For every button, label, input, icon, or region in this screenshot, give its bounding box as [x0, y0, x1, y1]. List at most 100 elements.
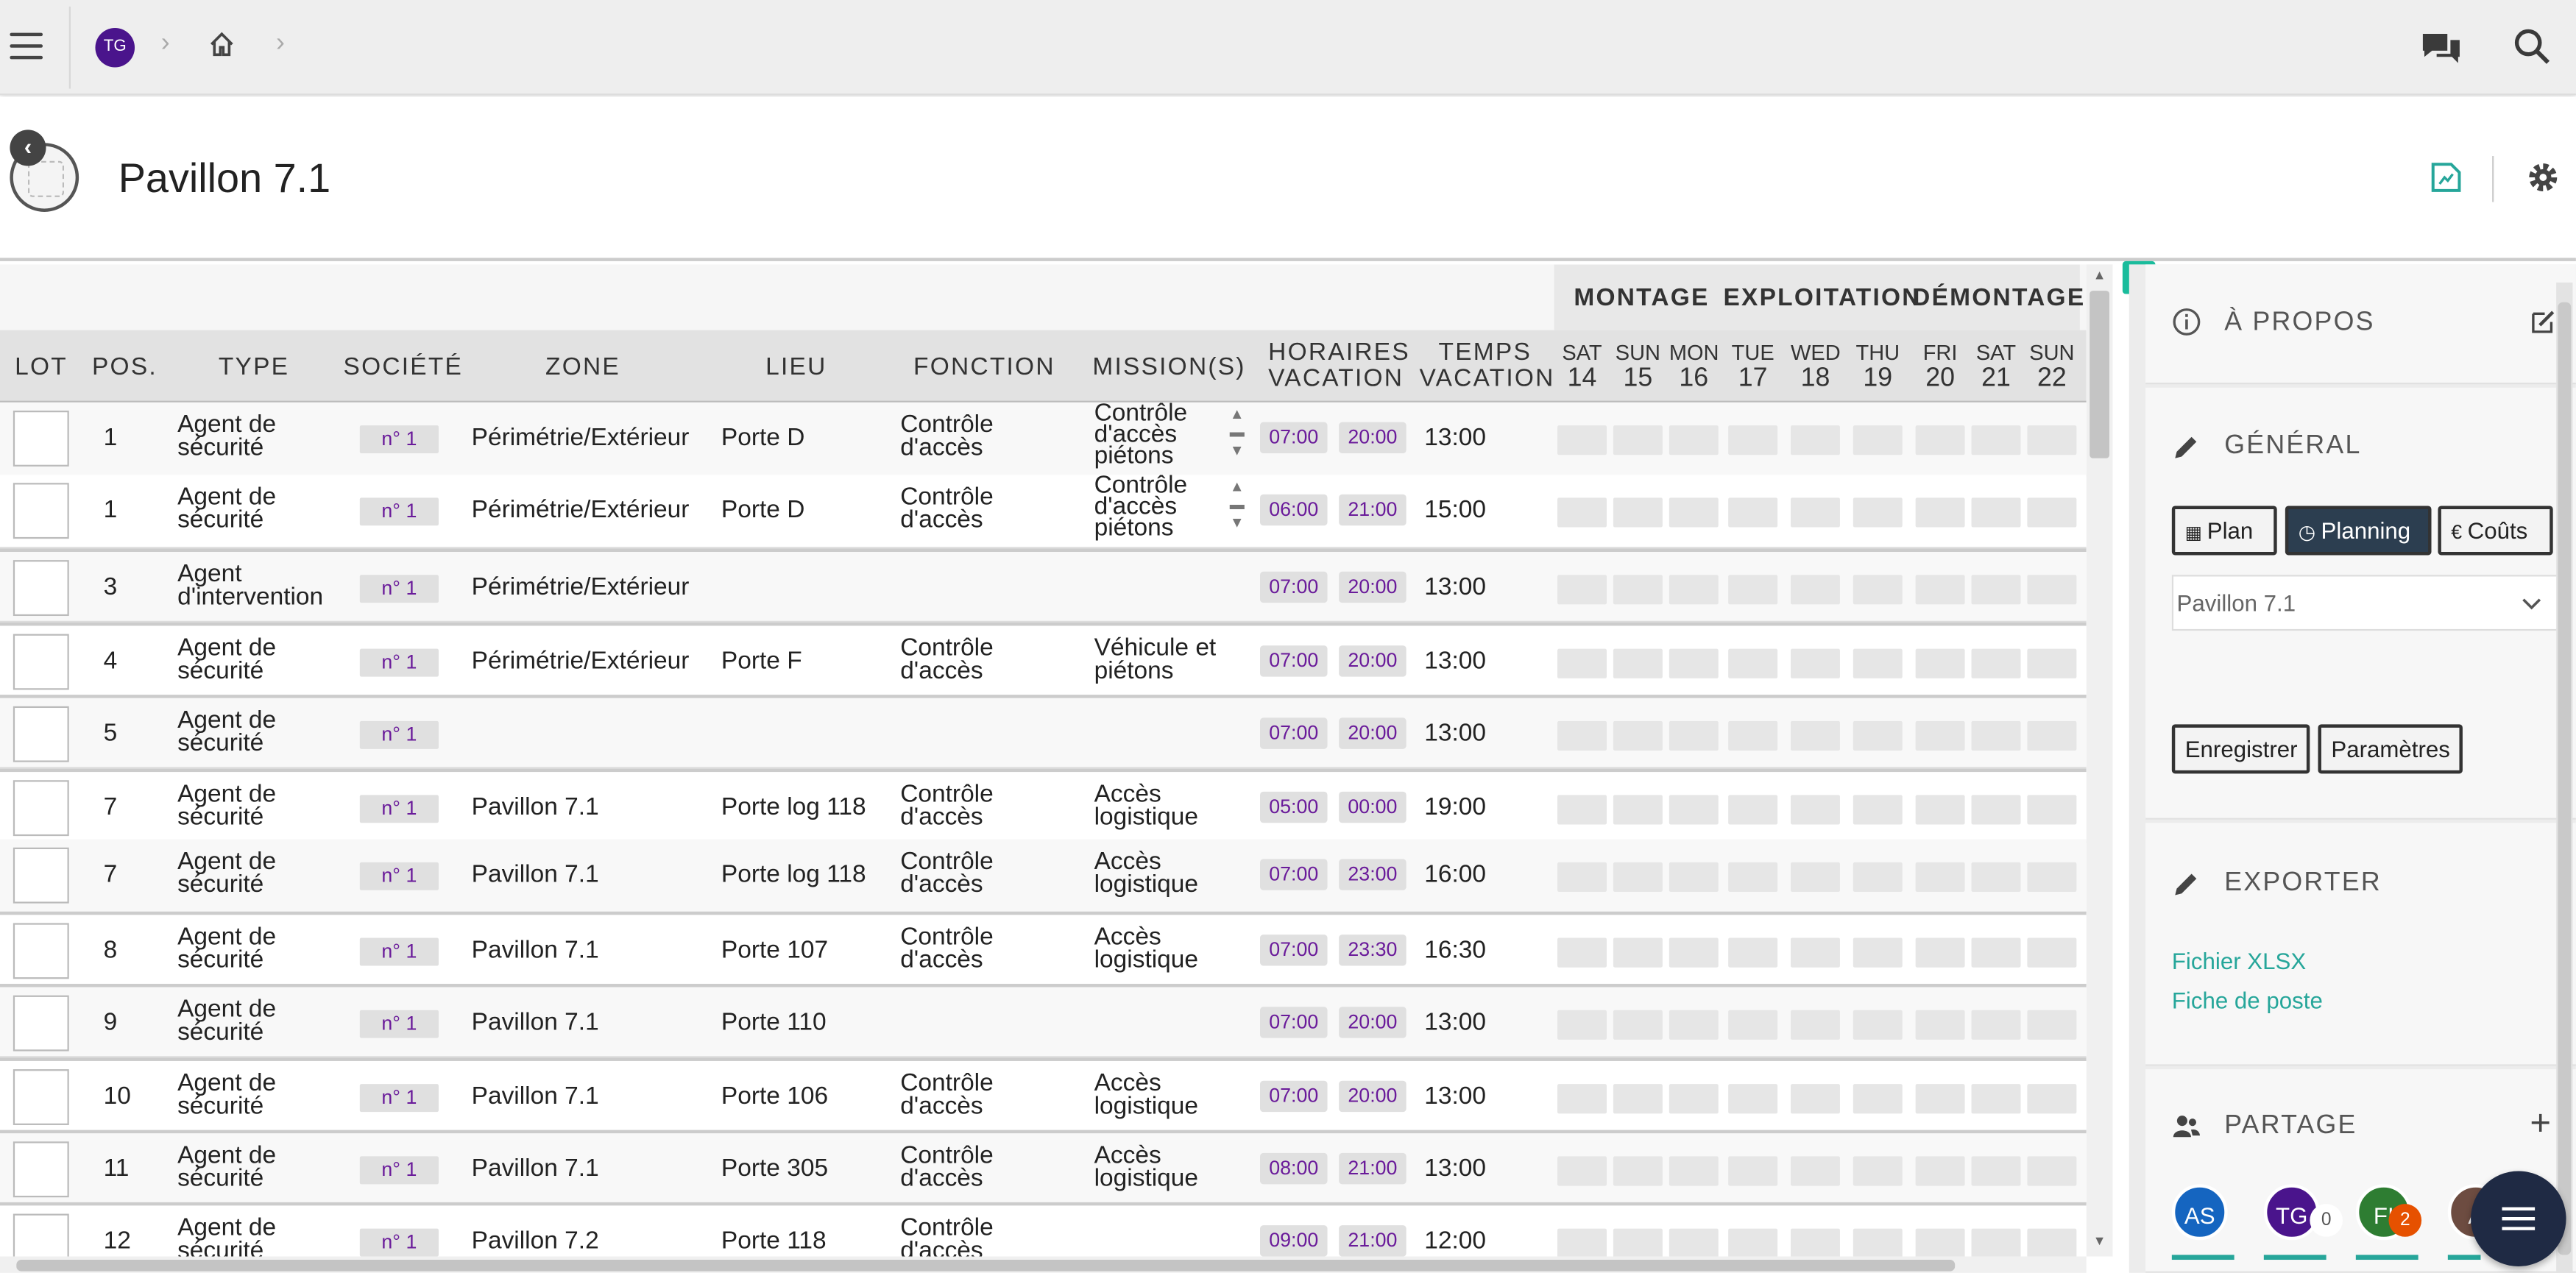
day-cell[interactable] — [1915, 648, 1965, 678]
day-cell[interactable] — [1790, 795, 1840, 825]
day-cell[interactable] — [1613, 937, 1663, 968]
floating-menu-button[interactable] — [2471, 1171, 2566, 1266]
day-cell[interactable] — [1557, 575, 1607, 605]
start-time[interactable]: 06:00 — [1260, 494, 1328, 526]
day-cell[interactable] — [1728, 795, 1778, 825]
day-cell[interactable] — [1790, 575, 1840, 605]
day-cell[interactable] — [1669, 795, 1719, 825]
day-cell[interactable] — [1853, 720, 1903, 751]
day-cell[interactable] — [1613, 497, 1663, 528]
end-time[interactable]: 20:00 — [1339, 717, 1406, 749]
day-cell[interactable] — [1915, 575, 1965, 605]
societe-tag[interactable]: n° 1 — [359, 795, 439, 823]
day-cell[interactable] — [1728, 425, 1778, 455]
start-time[interactable]: 09:00 — [1260, 1225, 1328, 1257]
export-xlsx-link[interactable]: Fichier XLSX — [2172, 948, 2306, 974]
lot-checkbox[interactable] — [13, 923, 69, 979]
lot-checkbox[interactable] — [13, 560, 69, 617]
day-cell[interactable] — [1669, 1156, 1719, 1186]
day-cell[interactable] — [1915, 862, 1965, 893]
day-cell[interactable] — [1728, 1084, 1778, 1114]
day-cell[interactable] — [1853, 575, 1903, 605]
day-cell[interactable] — [1669, 1228, 1719, 1257]
day-cell[interactable] — [1557, 648, 1607, 678]
header-zone[interactable]: ZONE — [545, 354, 620, 381]
day-cell[interactable] — [1971, 720, 2021, 751]
day-cell[interactable] — [1853, 1228, 1903, 1257]
day-cell[interactable] — [1790, 1084, 1840, 1114]
start-time[interactable]: 07:00 — [1260, 717, 1328, 749]
table-row[interactable]: 3 Agent d'intervention n° 1 Périmétrie/Extér… — [0, 548, 2087, 623]
day-cell[interactable] — [1915, 937, 1965, 968]
societe-tag[interactable]: n° 1 — [359, 937, 439, 966]
day-cell[interactable] — [1613, 425, 1663, 455]
day-cell[interactable] — [1669, 1010, 1719, 1040]
header-horaires[interactable]: HORAIRES VACATION — [1268, 339, 1409, 392]
mission-scrollbar[interactable]: ▲ ▬ ▼ — [1224, 405, 1250, 471]
lot-checkbox[interactable] — [13, 634, 69, 690]
day-cell[interactable] — [1557, 862, 1607, 893]
start-time[interactable]: 07:00 — [1260, 571, 1328, 603]
day-cell[interactable] — [1853, 862, 1903, 893]
zone-select[interactable]: Pavillon 7.1 — [2171, 575, 2560, 631]
table-row[interactable]: 7 Agent de sécurité n° 1 Pavillon 7.1 Porte l… — [0, 839, 2087, 914]
day-cell[interactable] — [1853, 497, 1903, 528]
start-time[interactable]: 07:00 — [1260, 422, 1328, 454]
day-cell[interactable] — [1790, 1010, 1840, 1040]
day-cell[interactable] — [1728, 575, 1778, 605]
header-pos[interactable]: POS. — [92, 354, 158, 381]
day-cell[interactable] — [1613, 1010, 1663, 1040]
day-cell[interactable] — [1971, 497, 2021, 528]
start-time[interactable]: 07:00 — [1260, 1080, 1328, 1113]
day-cell[interactable] — [1971, 1156, 2021, 1186]
end-time[interactable]: 20:00 — [1339, 1080, 1406, 1113]
day-cell[interactable] — [1853, 648, 1903, 678]
day-cell[interactable] — [1915, 425, 1965, 455]
day-cell[interactable] — [2027, 1084, 2077, 1114]
day-cell[interactable] — [1669, 1084, 1719, 1114]
save-button[interactable]: Enregistrer — [2171, 724, 2310, 774]
day-cell[interactable] — [1728, 497, 1778, 528]
societe-tag[interactable]: n° 1 — [359, 720, 439, 749]
day-cell[interactable] — [1853, 1156, 1903, 1186]
societe-tag[interactable]: n° 1 — [359, 648, 439, 677]
lot-checkbox[interactable] — [13, 1213, 69, 1257]
day-cell[interactable] — [1915, 1228, 1965, 1257]
day-cell[interactable] — [1853, 795, 1903, 825]
day-cell[interactable] — [1557, 1228, 1607, 1257]
table-horizontal-scrollbar[interactable] — [0, 1256, 2087, 1273]
day-cell[interactable] — [1971, 1084, 2021, 1114]
mission-scrollbar[interactable]: ▲ ▬ ▼ — [1224, 478, 1250, 544]
day-cell[interactable] — [1790, 720, 1840, 751]
day-cell[interactable] — [1557, 1156, 1607, 1186]
day-cell[interactable] — [1853, 425, 1903, 455]
day-cell[interactable] — [1853, 937, 1903, 968]
day-cell[interactable] — [1790, 497, 1840, 528]
day-cell[interactable] — [1853, 1084, 1903, 1114]
day-cell[interactable] — [1669, 862, 1719, 893]
day-cell[interactable] — [1971, 575, 2021, 605]
day-cell[interactable] — [2027, 1010, 2077, 1040]
day-cell[interactable] — [1557, 720, 1607, 751]
day-cell[interactable] — [1790, 862, 1840, 893]
day-cell[interactable] — [1915, 795, 1965, 825]
day-cell[interactable] — [2027, 795, 2077, 825]
lot-checkbox[interactable] — [13, 847, 69, 904]
societe-tag[interactable]: n° 1 — [359, 862, 439, 890]
start-time[interactable]: 08:00 — [1260, 1152, 1328, 1185]
end-time[interactable]: 21:00 — [1339, 1225, 1406, 1257]
day-cell[interactable] — [2027, 497, 2077, 528]
societe-tag[interactable]: n° 1 — [359, 575, 439, 603]
share-avatar[interactable]: AS — [2171, 1184, 2228, 1241]
societe-tag[interactable]: n° 1 — [359, 1228, 439, 1257]
table-row[interactable]: 10 Agent de sécurité n° 1 Pavillon 7.1 Porte … — [0, 1057, 2087, 1132]
lot-checkbox[interactable] — [13, 706, 69, 762]
back-arrow-icon[interactable]: ‹ — [10, 130, 46, 166]
day-cell[interactable] — [2027, 720, 2077, 751]
day-cell[interactable] — [2027, 648, 2077, 678]
day-cell[interactable] — [2027, 937, 2077, 968]
day-cell[interactable] — [1669, 497, 1719, 528]
edit-icon[interactable] — [2530, 309, 2556, 336]
gear-icon[interactable] — [2525, 160, 2561, 196]
day-cell[interactable] — [1915, 1010, 1965, 1040]
